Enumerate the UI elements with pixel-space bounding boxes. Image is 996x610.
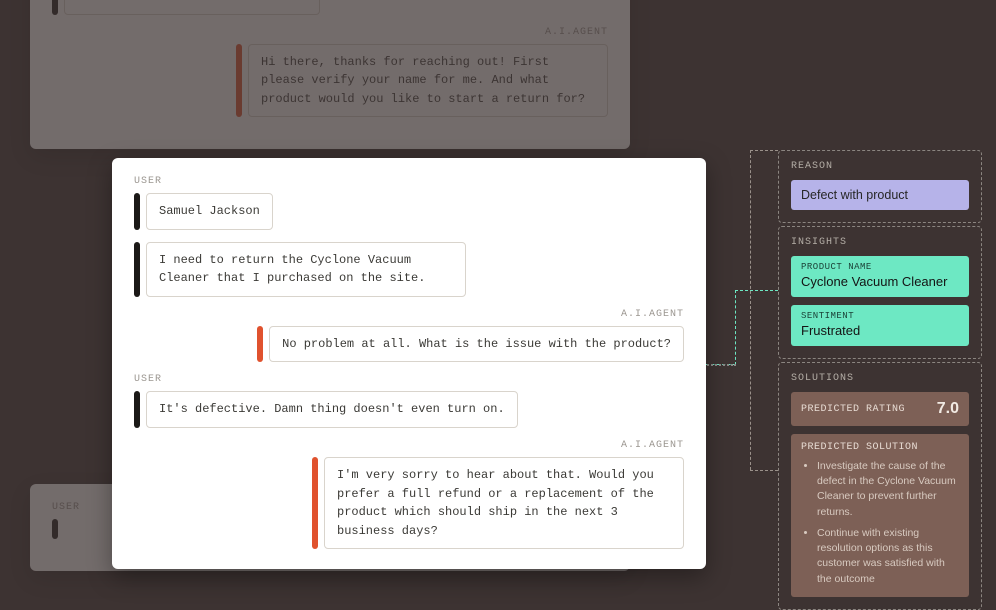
- chat-card-previous: I need to initiate a return ASAP A.I.AGE…: [30, 0, 630, 149]
- user-accent-bar: [134, 391, 140, 428]
- user-message-bubble-1: I need to return the Cyclone Vacuum Clea…: [146, 242, 466, 297]
- agent-speaker-label: A.I.AGENT: [134, 309, 684, 320]
- agent-message-row-1: No problem at all. What is the issue wit…: [134, 326, 684, 363]
- predicted-solution-box: PREDICTED SOLUTION Investigate the cause…: [791, 434, 969, 597]
- predicted-rating-pill: PREDICTED RATING 7.0: [791, 392, 969, 426]
- user-message-row-1: I need to return the Cyclone Vacuum Clea…: [134, 242, 684, 297]
- user-message-row: I need to initiate a return ASAP: [52, 0, 608, 15]
- product-name-value: Cyclone Vacuum Cleaner: [801, 274, 959, 289]
- reason-label: REASON: [791, 161, 969, 172]
- chat-card-active: USER Samuel Jackson I need to return the…: [112, 158, 706, 569]
- agent-accent-bar: [312, 457, 318, 549]
- solutions-panel: SOLUTIONS PREDICTED RATING 7.0 PREDICTED…: [778, 362, 982, 610]
- agent-speaker-label: A.I.AGENT: [134, 440, 684, 451]
- reason-panel: REASON Defect with product: [778, 150, 982, 223]
- agent-message-bubble: Hi there, thanks for reaching out! First…: [248, 44, 608, 118]
- user-accent-bar: [134, 242, 140, 297]
- solution-list: Investigate the cause of the defect in t…: [801, 459, 959, 587]
- agent-message-bubble-2: I'm very sorry to hear about that. Would…: [324, 457, 684, 549]
- user-name-bubble: Samuel Jackson: [146, 193, 273, 230]
- insight-sentiment: SENTIMENT Frustrated: [791, 305, 969, 346]
- user-accent-bar: [134, 193, 140, 230]
- reason-value: Defect with product: [791, 180, 969, 210]
- user-speaker-label: USER: [134, 176, 684, 187]
- user-message-row-2: It's defective. Damn thing doesn't even …: [134, 391, 684, 428]
- agent-accent-bar: [257, 326, 263, 363]
- dash-gray-h-bottom: [750, 470, 778, 471]
- user-name-row: Samuel Jackson: [134, 193, 684, 230]
- agent-message-row: Hi there, thanks for reaching out! First…: [52, 44, 608, 118]
- agent-speaker-label: A.I.AGENT: [52, 27, 608, 38]
- user-accent-bar: [52, 0, 58, 15]
- sentiment-label: SENTIMENT: [801, 311, 959, 321]
- agent-message-bubble-1: No problem at all. What is the issue wit…: [269, 326, 684, 363]
- user-message-bubble-2: It's defective. Damn thing doesn't even …: [146, 391, 518, 428]
- dash-gray-h-top: [750, 150, 778, 151]
- user-accent-bar: [52, 519, 58, 539]
- dash-gray-v: [750, 150, 751, 470]
- sentiment-value: Frustrated: [801, 323, 959, 338]
- agent-accent-bar: [236, 44, 242, 118]
- solution-item: Investigate the cause of the defect in t…: [817, 459, 959, 520]
- user-speaker-label: USER: [134, 374, 684, 385]
- dash-connector-v1: [735, 290, 736, 365]
- insights-panel: INSIGHTS PRODUCT NAME Cyclone Vacuum Cle…: [778, 226, 982, 359]
- agent-message-row-2: I'm very sorry to hear about that. Would…: [134, 457, 684, 549]
- dash-connector-h2: [735, 290, 778, 291]
- product-name-label: PRODUCT NAME: [801, 262, 959, 272]
- insights-label: INSIGHTS: [791, 237, 969, 248]
- solution-item: Continue with existing resolution option…: [817, 526, 959, 587]
- solutions-label: SOLUTIONS: [791, 373, 969, 384]
- insight-product: PRODUCT NAME Cyclone Vacuum Cleaner: [791, 256, 969, 297]
- user-message-bubble: I need to initiate a return ASAP: [64, 0, 320, 15]
- predicted-solution-label: PREDICTED SOLUTION: [801, 442, 959, 453]
- predicted-rating-value: 7.0: [937, 400, 959, 418]
- predicted-rating-label: PREDICTED RATING: [801, 404, 905, 415]
